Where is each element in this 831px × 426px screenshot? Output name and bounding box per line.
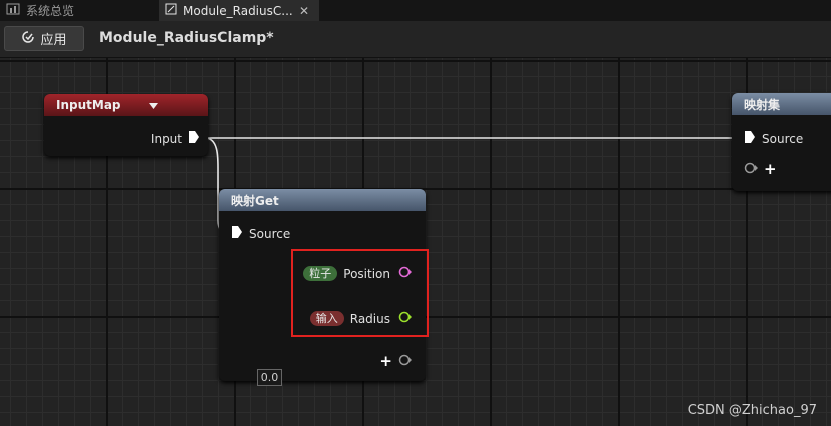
source-pin-row[interactable]: Source <box>744 130 803 147</box>
input-map-node[interactable]: InputMap Input <box>44 94 208 156</box>
exec-pin-icon[interactable] <box>231 225 243 242</box>
node-title: 映射集 <box>744 97 781 112</box>
node-graph[interactable]: InputMap Input 映射Get Source 粒子 Position <box>0 58 831 426</box>
map-get-header[interactable]: 映射Get <box>219 189 426 211</box>
chart-icon <box>6 3 20 18</box>
add-pin-row[interactable]: + <box>744 160 777 178</box>
module-icon <box>165 3 177 18</box>
watermark: CSDN @Zhichao_97 <box>687 403 817 418</box>
empty-pin-icon[interactable] <box>744 162 758 177</box>
tab-module-radius-clamp[interactable]: Module_RadiusC... ✕ <box>159 0 319 21</box>
tab-system-overview[interactable]: 系统总览 <box>0 0 155 21</box>
pin-label: Source <box>762 131 804 146</box>
toolbar: 应用 Module_RadiusClamp* <box>0 21 831 58</box>
exec-pin-icon[interactable] <box>744 130 756 147</box>
apply-icon <box>21 30 35 48</box>
source-pin-row[interactable]: Source <box>231 225 290 242</box>
node-title: InputMap <box>56 98 121 112</box>
map-set-node[interactable]: 映射集 Source + <box>732 93 831 191</box>
tab-bar: 系统总览 Module_RadiusC... ✕ <box>0 0 831 21</box>
tab-label: Module_RadiusC... <box>183 3 293 18</box>
input-map-header[interactable]: InputMap <box>44 94 208 116</box>
highlight-box <box>291 249 429 337</box>
node-title: 映射Get <box>231 193 279 208</box>
asset-title: Module_RadiusClamp* <box>99 30 274 46</box>
exec-pin-icon[interactable] <box>188 130 200 147</box>
apply-label: 应用 <box>40 33 67 48</box>
map-set-header[interactable]: 映射集 <box>732 93 831 115</box>
dropdown-icon[interactable] <box>148 98 158 112</box>
empty-pin-icon[interactable] <box>398 354 412 369</box>
pin-label: Input <box>150 131 182 146</box>
apply-button[interactable]: 应用 <box>4 26 84 51</box>
close-icon[interactable]: ✕ <box>299 4 309 18</box>
add-pin-row[interactable]: + <box>379 352 412 370</box>
add-pin-button[interactable]: + <box>764 160 777 178</box>
pin-label: Source <box>249 226 291 241</box>
radius-default-value[interactable]: 0.0 <box>257 369 282 386</box>
input-pin-row[interactable]: Input <box>151 130 200 147</box>
tab-label: 系统总览 <box>26 4 75 18</box>
add-pin-button[interactable]: + <box>379 352 392 370</box>
